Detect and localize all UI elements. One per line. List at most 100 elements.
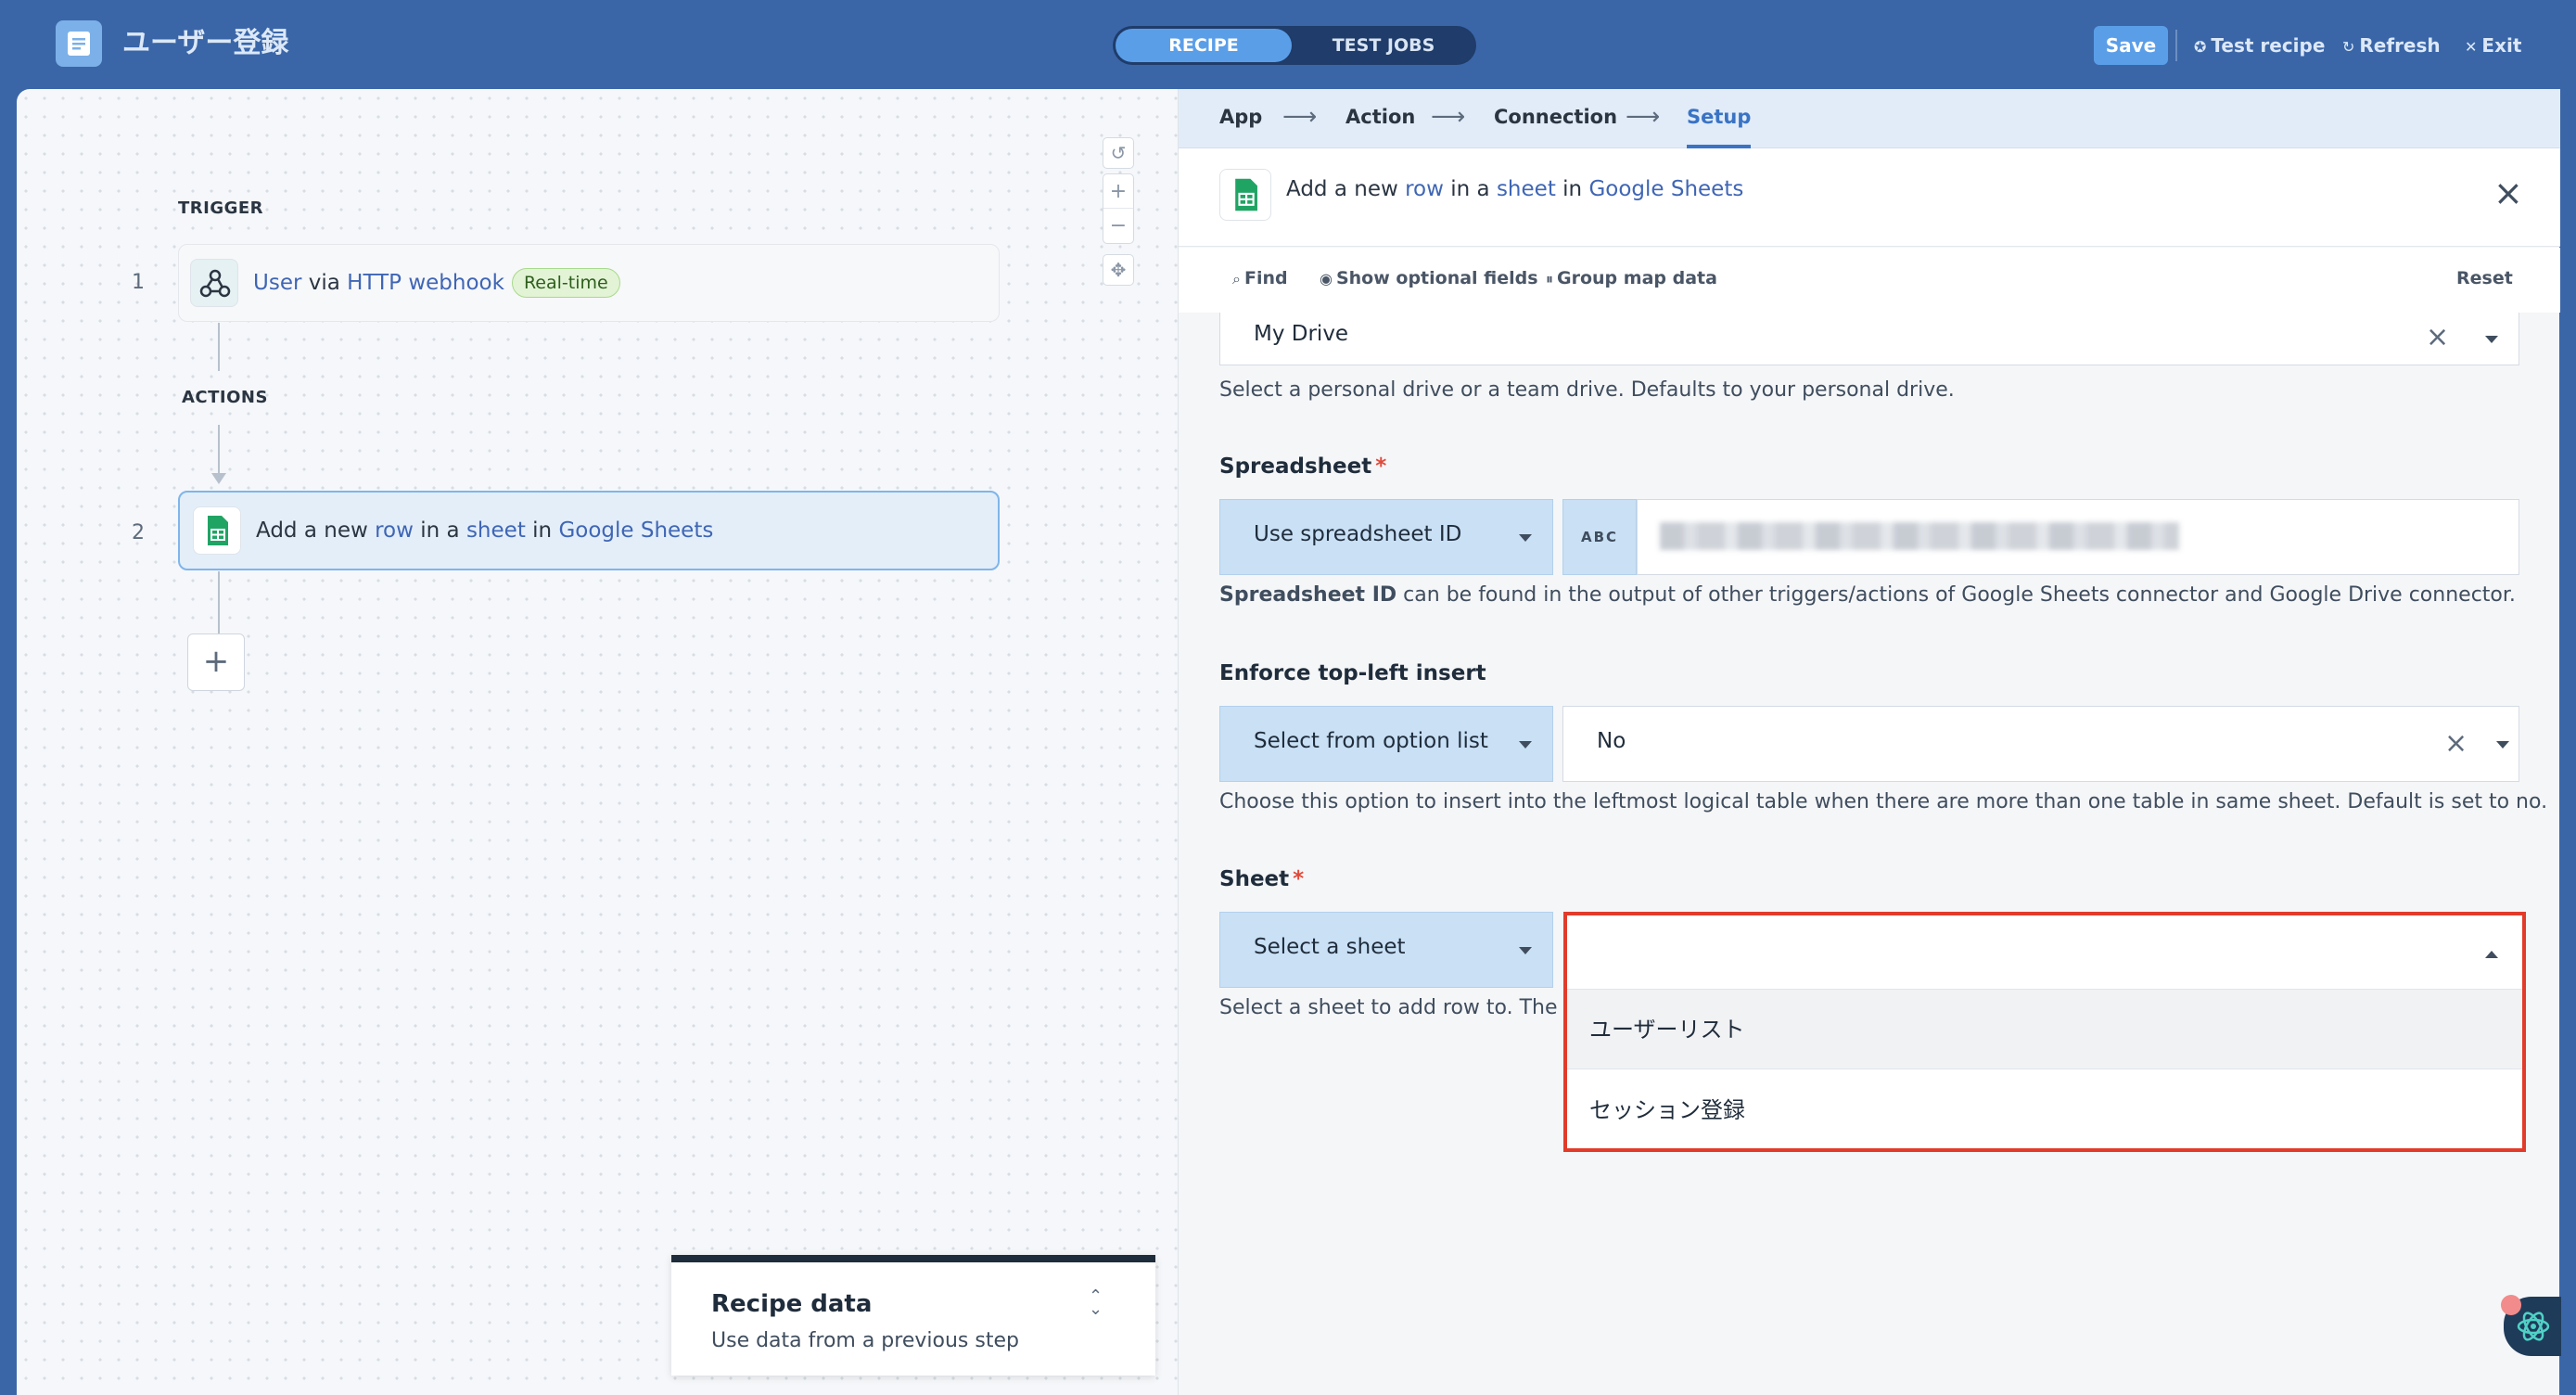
action-title-object: sheet — [1496, 177, 1556, 201]
trigger-step-card[interactable]: User via HTTP webhook Real-time — [178, 244, 1000, 322]
fit-view-button[interactable]: ✥ — [1103, 254, 1134, 286]
eye-icon: ◉ — [1320, 270, 1333, 288]
test-recipe-label: Test recipe — [2211, 34, 2326, 57]
drive-select[interactable]: My Drive × — [1219, 313, 2519, 365]
chevron-up-icon[interactable] — [2485, 951, 2498, 958]
drive-value: My Drive — [1254, 322, 1349, 346]
trigger-object: User — [253, 271, 302, 295]
show-optional-fields-button[interactable]: ◉ Show optional fields — [1320, 248, 1538, 310]
group-icon: ⏸ — [1546, 270, 1554, 288]
step-title-object: row — [375, 518, 414, 543]
tab-test-jobs[interactable]: TEST JOBS — [1294, 29, 1473, 62]
google-sheets-icon — [193, 506, 241, 555]
reset-view-button[interactable]: ↺ — [1103, 137, 1134, 169]
spreadsheet-label: Spreadsheet * — [1219, 454, 1386, 479]
redacted-value — [1660, 522, 2179, 550]
enforce-value: No — [1597, 729, 1626, 753]
enforce-mode-value: Select from option list — [1254, 729, 1488, 753]
breadcrumb-action[interactable]: Action — [1345, 89, 1415, 145]
chevron-down-icon — [1519, 741, 1532, 749]
connector-line — [218, 425, 220, 473]
group-map-data-button[interactable]: ⏸ Group map data — [1546, 248, 1717, 310]
sheet-hint: Select a sheet to add row to. The sh — [1219, 996, 1588, 1019]
exit-label: Exit — [2481, 34, 2522, 57]
sheet-option[interactable]: セッション登録 — [1567, 1070, 2522, 1150]
arrow-right-icon: ⟶ — [1282, 103, 1318, 131]
action-title-object: row — [1405, 177, 1444, 201]
refresh-icon: ↻ — [2342, 38, 2355, 56]
required-mark: * — [1293, 867, 1305, 891]
show-optional-label: Show optional fields — [1335, 268, 1538, 288]
zoom-out-button[interactable]: − — [1103, 209, 1133, 243]
trigger-app-name: HTTP webhook — [347, 271, 504, 295]
expand-icon[interactable]: ⌃ ⌄ — [1089, 1288, 1103, 1318]
step-title-part: in a — [413, 518, 466, 543]
close-icon: ✕ — [2465, 38, 2478, 56]
test-recipe-button[interactable]: ✪ Test recipe — [2194, 26, 2325, 65]
group-map-label: Group map data — [1557, 268, 1717, 288]
action-step-card[interactable]: Add a new row in a sheet in Google Sheet… — [178, 491, 1000, 570]
step-title-object: sheet — [465, 518, 526, 543]
search-icon: ⌕ — [1232, 270, 1241, 288]
exit-button[interactable]: ✕ Exit — [2465, 26, 2521, 65]
clear-icon[interactable]: × — [2444, 730, 2468, 758]
breadcrumb-setup[interactable]: Setup — [1687, 89, 1752, 148]
chevron-down-icon — [1519, 947, 1532, 954]
find-button[interactable]: ⌕ Find — [1232, 248, 1288, 310]
action-title: Add a new row in a sheet in Google Sheet… — [1286, 177, 1743, 201]
spreadsheet-mode-value: Use spreadsheet ID — [1254, 522, 1462, 546]
connector-line — [218, 571, 220, 634]
arrow-right-icon: ⟶ — [1626, 103, 1661, 131]
close-panel-button[interactable]: × — [2493, 174, 2523, 211]
clear-icon[interactable]: × — [2426, 324, 2449, 352]
spreadsheet-label-text: Spreadsheet — [1219, 454, 1372, 479]
zoom-in-button[interactable]: + — [1103, 174, 1133, 209]
chevron-down-icon[interactable] — [2496, 741, 2509, 749]
sheet-mode-select[interactable]: Select a sheet — [1219, 912, 1553, 988]
sheet-option[interactable]: ユーザーリスト — [1567, 990, 2522, 1069]
reset-button[interactable]: Reset — [2456, 248, 2513, 309]
action-title-part: in a — [1443, 177, 1497, 201]
rotate-icon: ↺ — [1110, 142, 1127, 164]
save-button[interactable]: Save — [2094, 26, 2168, 65]
enforce-select[interactable]: No × — [1562, 706, 2519, 782]
find-label: Find — [1243, 268, 1288, 288]
breadcrumb-app[interactable]: App — [1219, 89, 1262, 145]
actions-section-label: ACTIONS — [182, 388, 268, 407]
refresh-button[interactable]: ↻ Refresh — [2342, 26, 2441, 65]
mode-toggle: RECIPE TEST JOBS — [1113, 26, 1476, 65]
action-header: Add a new row in a sheet in Google Sheet… — [1179, 148, 2560, 247]
recipe-data-panel[interactable]: Recipe data Use data from a previous ste… — [671, 1255, 1155, 1376]
notification-dot — [2501, 1295, 2521, 1315]
spreadsheet-id-input[interactable] — [1637, 499, 2519, 575]
spreadsheet-hint-text: can be found in the output of other trig… — [1396, 583, 2516, 607]
sheet-label-text: Sheet — [1219, 867, 1290, 891]
action-title-part: in — [1555, 177, 1589, 201]
step-config-panel: App ⟶ Action ⟶ Connection ⟶ Setup Add a … — [1178, 89, 2560, 1395]
action-title-part: Add a new — [1286, 177, 1406, 201]
tab-recipe[interactable]: RECIPE — [1116, 29, 1292, 62]
breadcrumb: App ⟶ Action ⟶ Connection ⟶ Setup — [1179, 89, 2560, 148]
spreadsheet-mode-select[interactable]: Use spreadsheet ID — [1219, 499, 1553, 575]
connector-line — [218, 323, 220, 371]
step-app-name: Google Sheets — [558, 518, 714, 543]
chevron-down-icon[interactable] — [2485, 336, 2498, 343]
move-icon: ✥ — [1110, 259, 1127, 281]
text-type-tag: ABC — [1562, 499, 1637, 575]
top-bar: ユーザー登録 RECIPE TEST JOBS Save ✪ Test recip… — [0, 0, 2576, 89]
action-app-name: Google Sheets — [1588, 177, 1744, 201]
sheet-select-input[interactable] — [1567, 915, 2522, 990]
recipe-canvas[interactable]: ↺ + − ✥ TRIGGER 1 User via HTTP webhook R… — [17, 89, 1178, 1395]
trigger-connector-word: via — [301, 271, 348, 295]
enforce-mode-select[interactable]: Select from option list — [1219, 706, 1553, 782]
breadcrumb-connection[interactable]: Connection — [1494, 89, 1617, 145]
spreadsheet-hint: Spreadsheet ID can be found in the outpu… — [1219, 583, 2516, 607]
sheet-dropdown[interactable]: ユーザーリスト セッション登録 — [1563, 912, 2526, 1152]
webhook-icon — [190, 259, 238, 307]
refresh-label: Refresh — [2359, 34, 2441, 57]
recipe-data-subtitle: Use data from a previous step — [711, 1329, 1019, 1352]
required-mark: * — [1375, 454, 1387, 479]
recipe-icon — [56, 20, 102, 67]
add-step-button[interactable]: + — [187, 634, 245, 691]
realtime-badge: Real-time — [511, 268, 620, 298]
